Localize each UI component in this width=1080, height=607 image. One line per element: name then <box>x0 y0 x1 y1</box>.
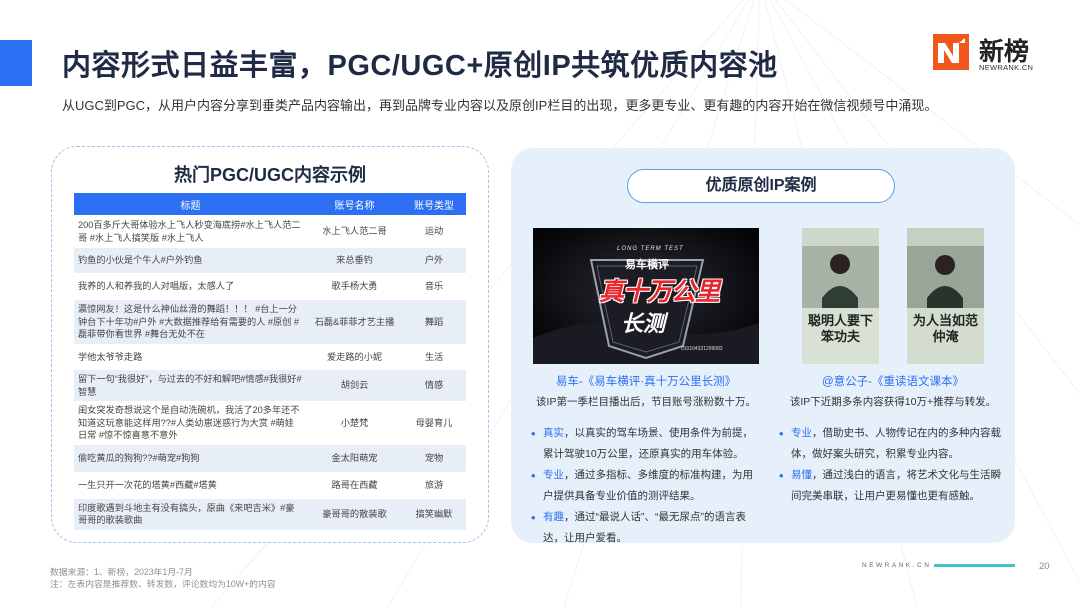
page-number: 20 <box>1039 561 1050 572</box>
yiche-plate-text: 010104321299082 <box>681 346 723 352</box>
table-row: 印度歌遇到斗地主有没有搞头，原曲《来吧吉米》#豪哥哥的歌装歌曲 豪哥哥的散装歌 … <box>74 498 466 530</box>
logo-subtext: NEWRANK.CN <box>979 63 1034 72</box>
cell-title: 200百多斤大哥体验水上飞人秒变海底捞#水上飞人范二哥 #水上飞人搞笑版 #水上… <box>74 215 307 248</box>
yigongzi-video-thumbnail-2[interactable]: 为人当如范仲淹 <box>907 228 984 364</box>
table-row: 一生只开一次花的塔黄#西藏#塔黄 路哥在西藏 旅游 <box>74 471 466 499</box>
list-item: 真实，以真实的驾车场景、使用条件为前提，累计驾驶10万公里，还原真实的用车体验。 <box>531 423 763 465</box>
right-panel-heading: 优质原创IP案例 <box>627 169 895 203</box>
cell-account: 歌手杨大勇 <box>307 273 402 300</box>
yiche-brand-text: 易车横评 <box>625 259 669 271</box>
cell-type: 户外 <box>402 248 466 273</box>
table-note: 注：左表内容是推荐数、转发数，评论数均为10W+的内容 <box>50 578 276 589</box>
table-row: 学他太爷爷走路 爱走路的小妮 生活 <box>74 344 466 370</box>
column-header-title: 标题 <box>74 193 307 215</box>
yiche-case-title: 易车-《易车横评·真十万公里长测》 <box>555 376 737 388</box>
cell-title: 钓鱼的小伙是个牛人#户外钓鱼 <box>74 248 307 273</box>
table-row: 闺女突发奇想说这个是自动洗碗机，我活了20多年还不知道这玩意能这样用??#人类幼… <box>74 401 466 445</box>
cell-type: 运动 <box>402 215 466 248</box>
cell-title: 我养的人和养我的人对唱版，太感人了 <box>74 273 307 300</box>
yiche-case-desc: 该IP第一季栏目播出后，节目账号涨粉数十万。 <box>536 396 756 408</box>
point-text: ，通过“最说人话”、“最无尿点”的语言表达，让用户爱看。 <box>543 511 746 544</box>
cell-title: 学他太爷爷走路 <box>74 344 307 370</box>
footer-accent-line <box>934 564 1015 567</box>
newrank-logo: 新榜 NEWRANK.CN <box>933 34 1043 74</box>
list-item: 专业，借助史书、人物传记在内的多种内容载体，做好案头研究，积累专业内容。 <box>779 423 1007 465</box>
cell-title: 瀛惊网友！这是什么神仙丝滑的舞蹈！！！ #台上一分钟台下十年功#户外 #大数据推… <box>74 300 307 344</box>
cell-type: 搞笑幽默 <box>402 498 466 530</box>
cell-type: 旅游 <box>402 471 466 499</box>
cell-type: 音乐 <box>402 273 466 300</box>
yigongzi-thumb1-title: 聪明人要下笨功夫 <box>808 314 874 345</box>
cell-title: 留下一句“我很好”，与过去的不好和解吧#情感#我很好#智慧 <box>74 370 307 401</box>
cell-title: 印度歌遇到斗地主有没有搞头，原曲《来吧吉米》#豪哥哥的歌装歌曲 <box>74 498 307 530</box>
cell-type: 舞蹈 <box>402 300 466 344</box>
list-item: 专业，通过多指标、多维度的标准构建，为用户提供具备专业价值的测评结果。 <box>531 465 763 507</box>
point-key: 真实 <box>543 427 564 439</box>
point-key: 易懂 <box>791 469 812 481</box>
cell-account: 来总垂钓 <box>307 248 402 273</box>
cell-title: 一生只开一次花的塔黄#西藏#塔黄 <box>74 471 307 499</box>
content-examples-table: 标题 账号名称 账号类型 200百多斤大哥体验水上飞人秒变海底捞#水上飞人范二哥… <box>74 193 466 530</box>
cell-account: 路哥在西藏 <box>307 471 402 499</box>
pgc-ugc-panel: 热门PGC/UGC内容示例 标题 账号名称 账号类型 200百多斤大哥体验水上飞… <box>51 146 489 543</box>
title-accent-bar <box>0 40 32 86</box>
yigongzi-points-list: 专业，借助史书、人物传记在内的多种内容载体，做好案头研究，积累专业内容。 易懂，… <box>779 423 1007 507</box>
yiche-points-list: 真实，以真实的驾车场景、使用条件为前提，累计驾驶10万公里，还原真实的用车体验。… <box>531 423 763 549</box>
point-text: ，通过浅白的语言，将艺术文化与生活瞬间完美串联，让用户更易懂也更有感触。 <box>791 469 1001 502</box>
point-key: 有趣 <box>543 511 564 523</box>
table-row: 瀛惊网友！这是什么神仙丝滑的舞蹈！！！ #台上一分钟台下十年功#户外 #大数据推… <box>74 300 466 344</box>
yigongzi-video-thumbnail-1[interactable]: 聪明人要下笨功夫 <box>802 228 879 364</box>
yiche-banner-text: LONG TERM TEST <box>617 246 684 252</box>
table-row: 偷吃黄瓜的狗狗??#萌宠#狗狗 金太阳萌宠 宠物 <box>74 444 466 472</box>
list-item: 易懂，通过浅白的语言，将艺术文化与生活瞬间完美串联，让用户更易懂也更有感触。 <box>779 465 1007 507</box>
table-row: 200百多斤大哥体验水上飞人秒变海底捞#水上飞人范二哥 #水上飞人搞笑版 #水上… <box>74 215 466 248</box>
page-title: 内容形式日益丰富，PGC/UGC+原创IP共筑优质内容池 <box>62 50 778 82</box>
table-row: 我养的人和养我的人对唱版，太感人了 歌手杨大勇 音乐 <box>74 273 466 300</box>
left-panel-heading: 热门PGC/UGC内容示例 <box>173 165 366 185</box>
cell-type: 生活 <box>402 344 466 370</box>
cell-title: 偷吃黄瓜的狗狗??#萌宠#狗狗 <box>74 444 307 472</box>
cell-title: 闺女突发奇想说这个是自动洗碗机，我活了20多年还不知道这玩意能这样用??#人类幼… <box>74 401 307 445</box>
yiche-video-thumbnail[interactable]: LONG TERM TEST 易车横评 真十万公里 长测 01010432129… <box>533 228 759 364</box>
yigongzi-thumb2-title: 为人当如范仲淹 <box>913 314 979 345</box>
table-row: 留下一句“我很好”，与过去的不好和解吧#情感#我很好#智慧 胡剑云 情感 <box>74 370 466 401</box>
point-key: 专业 <box>791 427 812 439</box>
data-source-note: 数据来源：1、新榜，2023年1月-7月 <box>50 567 193 577</box>
list-item: 有趣，通过“最说人话”、“最无尿点”的语言表达，让用户爱看。 <box>531 507 763 549</box>
yiche-main-text: 真十万公里 <box>599 278 720 306</box>
yigongzi-case-title: @意公子-《重读语文课本》 <box>821 376 964 388</box>
page-subtitle: 从UGC到PGC，从用户内容分享到垂类产品内容输出，再到品牌专业内容以及原创IP… <box>62 98 938 113</box>
point-text: ，以真实的驾车场景、使用条件为前提，累计驾驶10万公里，还原真实的用车体验。 <box>543 427 753 460</box>
cell-type: 母婴育儿 <box>402 401 466 445</box>
table-row: 钓鱼的小伙是个牛人#户外钓鱼 来总垂钓 户外 <box>74 248 466 273</box>
yigongzi-case-desc: 该IP下近期多条内容获得10万+推荐与转发。 <box>789 396 997 408</box>
cell-type: 宠物 <box>402 444 466 472</box>
point-key: 专业 <box>543 469 564 481</box>
point-text: ，借助史书、人物传记在内的多种内容载体，做好案头研究，积累专业内容。 <box>791 427 1001 460</box>
cell-account: 金太阳萌宠 <box>307 444 402 472</box>
point-text: ，通过多指标、多维度的标准构建，为用户提供具备专业价值的测评结果。 <box>543 469 753 502</box>
original-ip-panel: 优质原创IP案例 LONG TERM TEST 易车横评 真十万公里 长测 01… <box>511 148 1015 544</box>
cell-account: 小楚梵 <box>307 401 402 445</box>
cell-account: 胡剑云 <box>307 370 402 401</box>
newrank-logo-icon <box>933 34 969 70</box>
footnote: 数据来源：1、新榜，2023年1月-7月 注：左表内容是推荐数、转发数，评论数均… <box>50 567 276 590</box>
cell-account: 石磊&菲菲才艺主播 <box>307 300 402 344</box>
footer-brand: NEWRANK.CN <box>862 562 932 569</box>
column-header-account: 账号名称 <box>307 193 402 215</box>
cell-account: 水上飞人范二哥 <box>307 215 402 248</box>
cell-type: 情感 <box>402 370 466 401</box>
table-header-row: 标题 账号名称 账号类型 <box>74 193 466 215</box>
yiche-sub-text: 长测 <box>621 311 666 336</box>
column-header-type: 账号类型 <box>402 193 466 215</box>
cell-account: 豪哥哥的散装歌 <box>307 498 402 530</box>
cell-account: 爱走路的小妮 <box>307 344 402 370</box>
